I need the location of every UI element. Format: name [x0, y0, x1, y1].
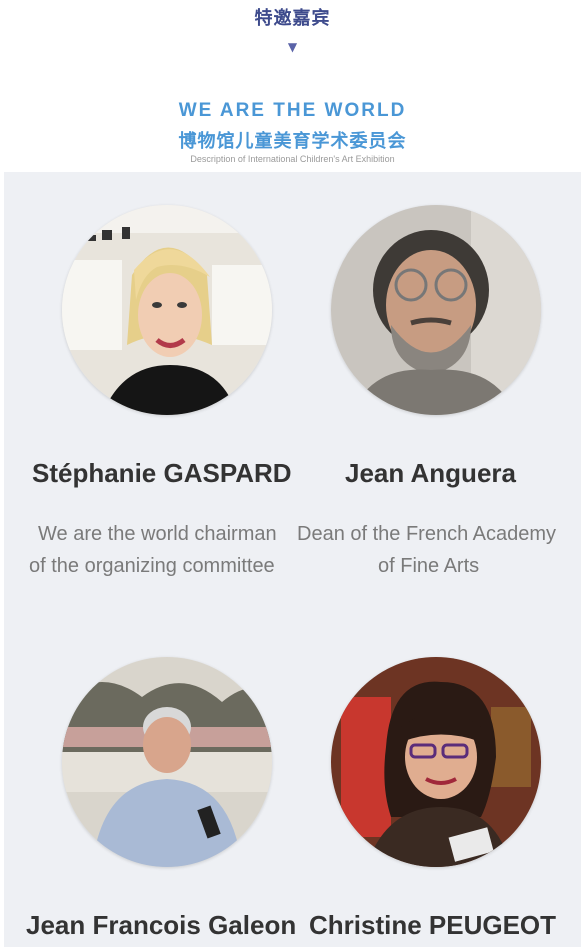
section-chinese-title: 博物馆儿童美育学术委员会: [178, 131, 407, 152]
guest-role-line: of the organizing committee: [29, 555, 275, 577]
guest-name: Jean Anguera: [345, 458, 516, 488]
guest-name: Christine PEUGEOT: [309, 910, 557, 940]
section-subtitle: Description of International Children's …: [190, 154, 395, 164]
down-arrow-icon: ▼: [287, 40, 298, 54]
guest-photo: [331, 205, 541, 415]
guest-name: Jean Francois Galeon: [26, 910, 297, 940]
guest-role: Dean of the French Academy: [297, 518, 556, 550]
guest-photo: [62, 657, 272, 867]
guest-name: Stéphanie GASPARD: [32, 458, 292, 488]
page-title: 特邀嘉宾: [254, 8, 331, 29]
guest-role-line: of Fine Arts: [378, 555, 480, 577]
guest-photo: [62, 205, 272, 415]
guest-role: We are the world chairman: [38, 518, 277, 550]
guest-role-line: We are the world chairman: [38, 523, 277, 545]
section-english-title: WE ARE THE WORLD: [178, 100, 407, 121]
guest-photo: [331, 657, 541, 867]
guest-role-line: Dean of the French Academy: [297, 523, 557, 545]
guest-role: of Fine Arts: [378, 550, 479, 582]
guest-role: of the organizing committee: [29, 550, 275, 582]
